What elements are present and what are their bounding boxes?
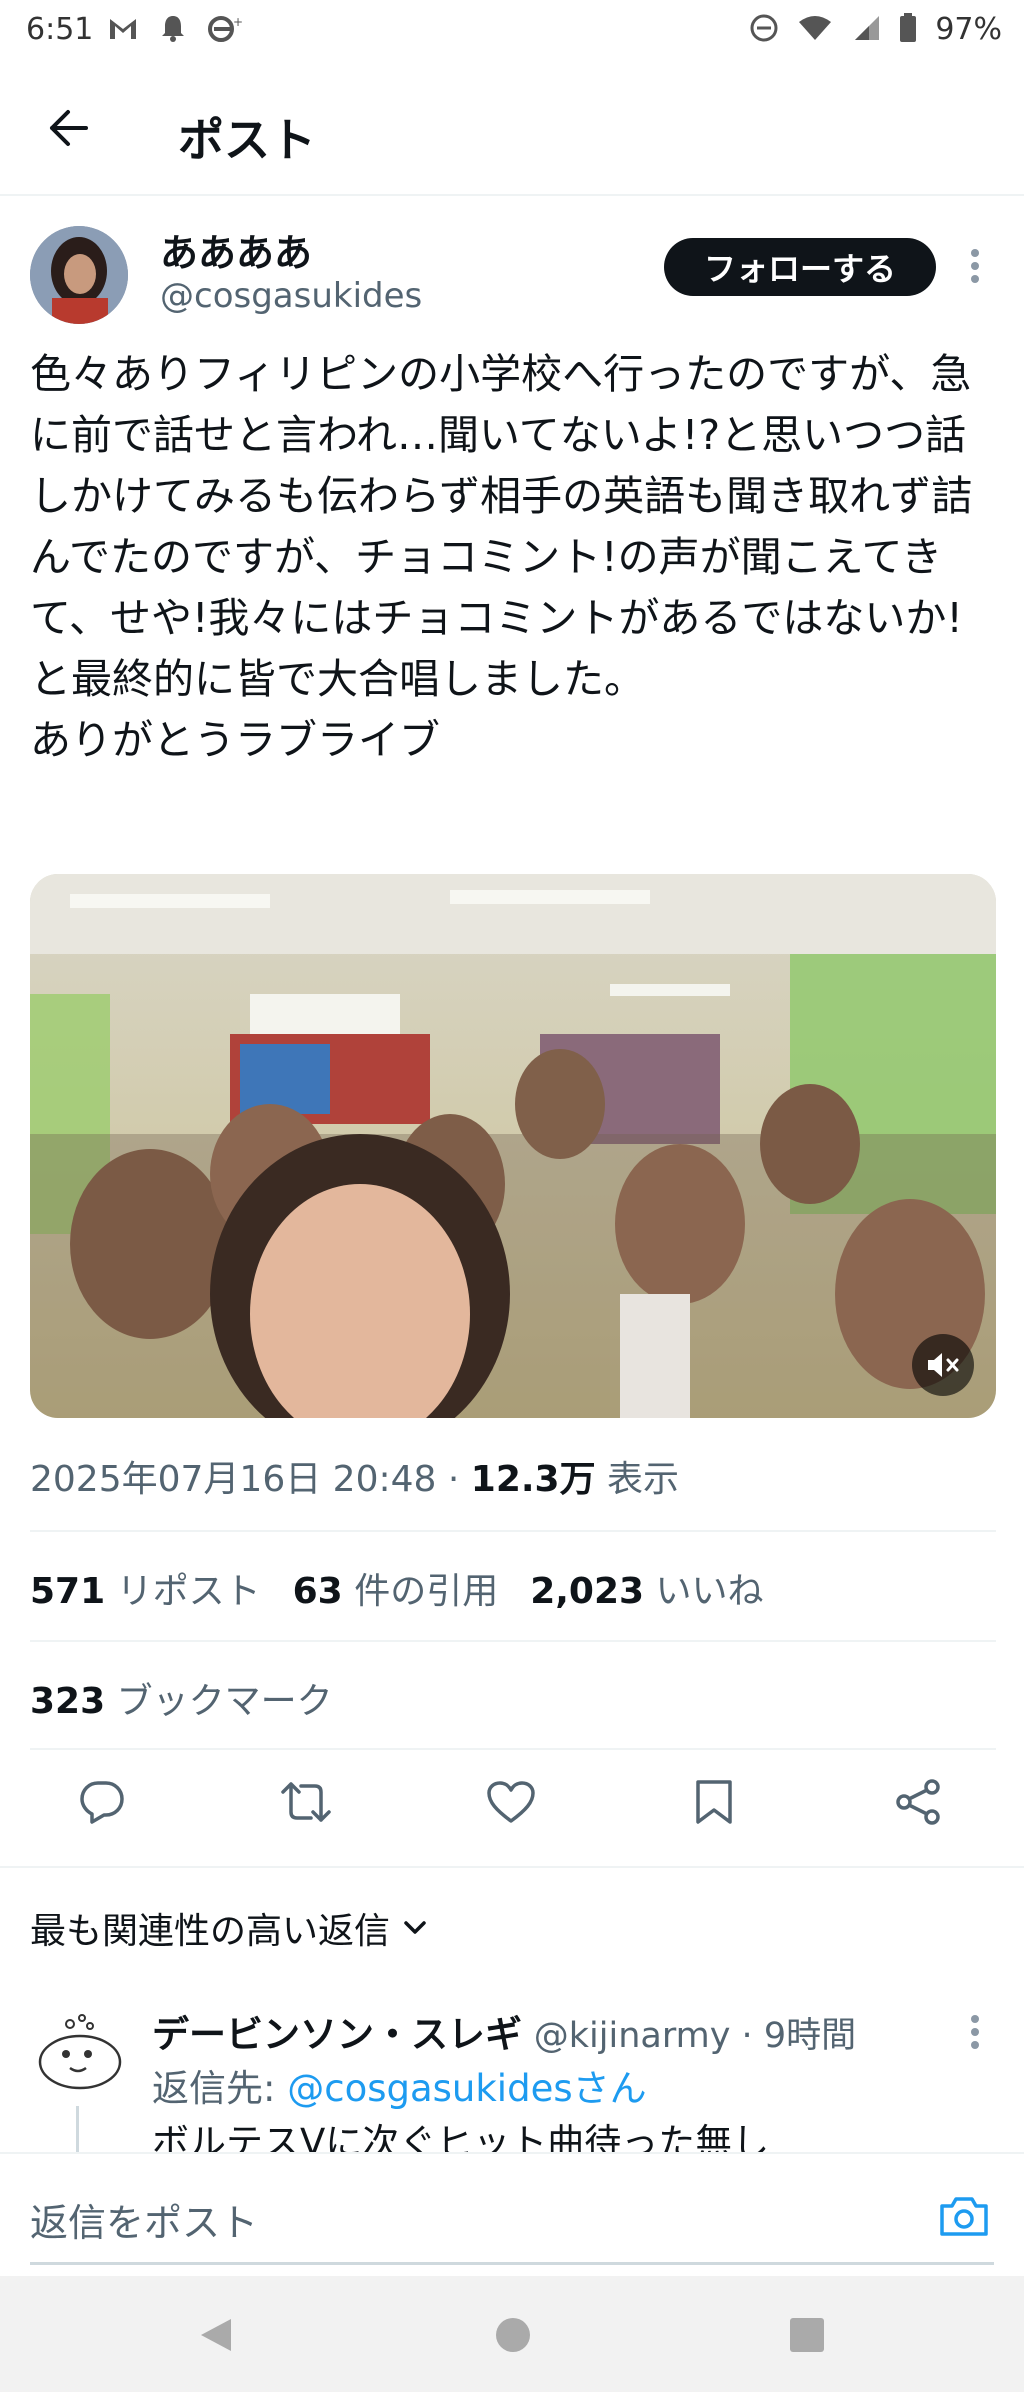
battery-percentage: 97% [935,12,1002,47]
reply-time: 9時間 [763,2016,857,2056]
reply-text: ボルテスVに次ぐヒット曲待った無し [152,2121,770,2154]
dnd-icon [749,13,779,47]
signal-icon [851,14,881,46]
top-app-bar: ポスト [0,60,1024,196]
chevron-down-icon [404,1921,426,1934]
more-options-button[interactable] [960,244,990,288]
mute-toggle-button[interactable] [912,1334,974,1396]
author-name[interactable]: ああああ [160,222,312,277]
bookmarks-stat[interactable]: 323 ブックマーク [30,1672,333,1724]
reply-separator: · [730,2016,764,2056]
reply-author-name[interactable]: デービンソン・スレギ [152,2013,522,2056]
status-time: 6:51 [26,12,94,47]
share-button[interactable] [886,1770,950,1834]
section-divider [0,1866,1024,1868]
sort-label: 最も関連性の高い返信 [30,1911,391,1952]
quotes-stat[interactable]: 63 件の引用 [293,1562,499,1614]
reposts-label: リポスト [116,1571,261,1612]
tweet-meta: 2025年07月16日 20:48 · 12.3万 表示 [30,1450,679,1502]
reposts-count: 571 [30,1571,106,1612]
triangle-back-icon [201,2319,231,2351]
reply-compose-bar: 返信をポスト [0,2152,1024,2276]
nav-recents-button[interactable] [782,2310,832,2360]
follow-button[interactable]: フォローする [664,238,936,296]
reply-avatar[interactable] [30,2004,128,2102]
bookmarks-label: ブックマーク [116,1681,333,1722]
tweet-video[interactable] [30,874,996,1418]
circle-home-icon [496,2318,530,2352]
quotes-label: 件の引用 [354,1571,499,1612]
likes-label: いいね [655,1571,764,1612]
bookmark-icon [696,1780,732,1824]
repost-icon [281,1782,331,1822]
svg-text:+: + [233,15,242,29]
reposts-stat[interactable]: 571 リポスト [30,1562,261,1614]
bookmark-button[interactable] [682,1770,746,1834]
engagement-stats: 571 リポスト 63 件の引用 2,023 いいね [30,1562,764,1614]
reply-sort-dropdown[interactable]: 最も関連性の高い返信 [30,1902,428,1954]
tweet-action-bar [0,1770,1024,1846]
notification-bell-icon [160,14,186,46]
meta-separator: · [436,1459,471,1500]
views-count: 12.3万 [470,1459,596,1500]
divider [30,1640,996,1642]
reply-to-prefix: 返信先: [152,2067,288,2110]
square-recents-icon [790,2318,824,2352]
page-title: ポスト [178,113,316,167]
video-frame-image [30,874,996,1418]
reply-author-handle[interactable]: @kijinarmy [534,2016,731,2056]
edge-icon: + [208,14,243,46]
author-handle[interactable]: @cosgasukides [160,276,422,316]
battery-icon [899,12,917,47]
reply-more-options-button[interactable] [960,2010,990,2054]
system-navigation-bar [0,2276,1024,2392]
reply-thread-line [76,2106,79,2154]
nav-back-button[interactable] [190,2310,240,2360]
input-underline [30,2262,994,2265]
likes-count: 2,023 [530,1571,645,1612]
more-vertical-icon [971,249,979,283]
share-icon [896,1779,940,1825]
wifi-icon [797,14,833,46]
heart-icon [487,1781,535,1823]
camera-button[interactable] [934,2188,994,2244]
like-button[interactable] [479,1770,543,1834]
divider [30,1530,996,1532]
camera-icon [940,2197,988,2236]
tweet-text: 色々ありフィリピンの小学校へ行ったのですが、急に前で話せと言われ…聞いてないよ!… [30,350,973,764]
views-label: 表示 [595,1459,680,1500]
author-avatar[interactable] [30,226,128,324]
arrow-left-icon [50,110,88,146]
more-vertical-icon [971,2015,979,2049]
repost-button[interactable] [274,1770,338,1834]
gmail-icon [108,15,138,45]
reply-to-line: 返信先: @cosgasukidesさん [152,2058,647,2112]
quotes-count: 63 [292,1571,343,1612]
likes-stat[interactable]: 2,023 いいね [530,1562,763,1614]
nav-home-button[interactable] [488,2310,538,2360]
back-button[interactable] [40,100,96,156]
divider [30,1748,996,1750]
bookmarks-count: 323 [30,1681,106,1722]
tweet-datetime: 2025年07月16日 20:48 [30,1459,437,1500]
status-bar: 6:51 + 97% [0,0,1024,60]
volume-muted-icon [928,1353,959,1377]
reply-button[interactable] [70,1770,134,1834]
reply-icon [80,1781,124,1824]
reply-to-handle-link[interactable]: @cosgasukidesさん [287,2067,646,2110]
reply-header: デービンソン・スレギ @kijinarmy · 9時間 [152,2004,856,2058]
reply-input[interactable]: 返信をポスト [30,2192,258,2247]
